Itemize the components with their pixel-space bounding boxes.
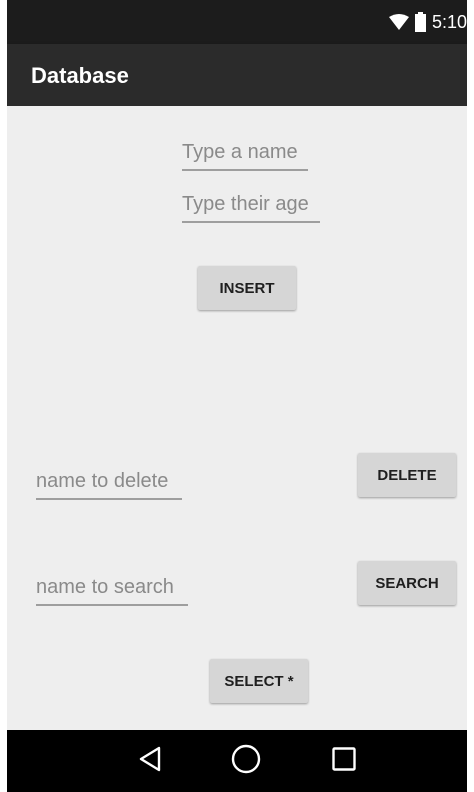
- insert-button[interactable]: INSERT: [198, 266, 296, 310]
- search-name-input[interactable]: name to search: [36, 575, 188, 606]
- delete-name-input[interactable]: name to delete: [36, 469, 182, 500]
- home-circle-icon: [231, 744, 261, 779]
- navigation-bar: [7, 730, 467, 792]
- device-screen: 5:10 Database Type a name Type their age…: [7, 0, 467, 792]
- recents-button[interactable]: [324, 743, 364, 779]
- wifi-icon: [388, 14, 409, 30]
- back-triangle-icon: [138, 746, 162, 777]
- battery-icon: [414, 12, 426, 32]
- select-all-button[interactable]: SELECT *: [210, 659, 308, 703]
- back-button[interactable]: [130, 743, 170, 779]
- delete-button[interactable]: DELETE: [358, 453, 456, 497]
- status-bar: 5:10: [7, 0, 467, 44]
- status-icons: 5:10: [388, 10, 467, 34]
- status-time: 5:10: [431, 11, 467, 32]
- age-input[interactable]: Type their age: [182, 192, 320, 223]
- recents-square-icon: [332, 746, 356, 776]
- main-content: Type a name Type their age INSERT name t…: [7, 106, 467, 730]
- home-button[interactable]: [226, 743, 266, 779]
- search-button[interactable]: SEARCH: [358, 561, 456, 605]
- name-input[interactable]: Type a name: [182, 140, 308, 171]
- app-bar: Database: [7, 44, 467, 106]
- app-title: Database: [31, 63, 129, 88]
